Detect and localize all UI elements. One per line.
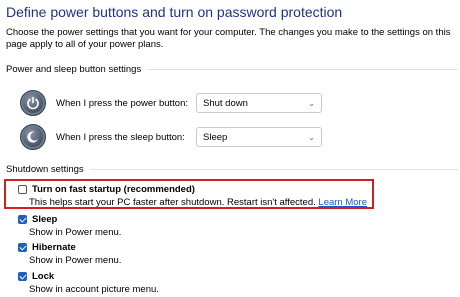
power-sleep-section-header: Power and sleep button settings [6, 64, 458, 75]
power-button-icon [20, 90, 46, 116]
chevron-down-icon: ⌄ [308, 132, 315, 142]
fast-startup-description: This helps start your PC faster after sh… [29, 197, 367, 208]
sleep-button-select[interactable]: Sleep ⌄ [196, 127, 322, 147]
power-button-row: When I press the power button: Shut down… [20, 90, 322, 116]
sleep-option: Sleep Show in Power menu. [18, 214, 121, 238]
sleep-checkbox[interactable] [18, 215, 27, 224]
fast-startup-label[interactable]: Turn on fast startup (recommended) [32, 184, 195, 195]
power-button-select[interactable]: Shut down ⌄ [196, 93, 322, 113]
hibernate-checkbox[interactable] [18, 243, 27, 252]
lock-checkbox[interactable] [18, 272, 27, 281]
lock-label[interactable]: Lock [32, 271, 54, 282]
sleep-button-row: When I press the sleep button: Sleep ⌄ [20, 124, 322, 150]
sleep-button-value: Sleep [203, 131, 228, 143]
lock-description: Show in account picture menu. [29, 284, 159, 295]
learn-more-link[interactable]: Learn More [318, 197, 367, 208]
sleep-description: Show in Power menu. [29, 227, 122, 238]
lock-option: Lock Show in account picture menu. [18, 271, 159, 295]
fast-startup-option: Turn on fast startup (recommended) This … [18, 184, 367, 208]
hibernate-option: Hibernate Show in Power menu. [18, 242, 121, 266]
divider [89, 169, 458, 170]
hibernate-label[interactable]: Hibernate [32, 242, 76, 253]
fast-startup-checkbox[interactable] [18, 185, 27, 194]
hibernate-description: Show in Power menu. [29, 255, 122, 266]
page-title: Define power buttons and turn on passwor… [6, 4, 343, 20]
section-label: Power and sleep button settings [6, 64, 142, 75]
divider [147, 69, 458, 70]
section-label: Shutdown settings [6, 164, 84, 175]
shutdown-section-header: Shutdown settings [6, 164, 458, 175]
sleep-label[interactable]: Sleep [32, 214, 57, 225]
page-description: Choose the power settings that you want … [6, 27, 451, 50]
chevron-down-icon: ⌄ [308, 98, 315, 108]
power-button-value: Shut down [203, 97, 248, 109]
sleep-button-icon [20, 124, 46, 150]
fast-startup-description-text: This helps start your PC faster after sh… [29, 197, 316, 208]
sleep-button-label: When I press the sleep button: [56, 131, 185, 143]
power-button-label: When I press the power button: [56, 97, 189, 109]
